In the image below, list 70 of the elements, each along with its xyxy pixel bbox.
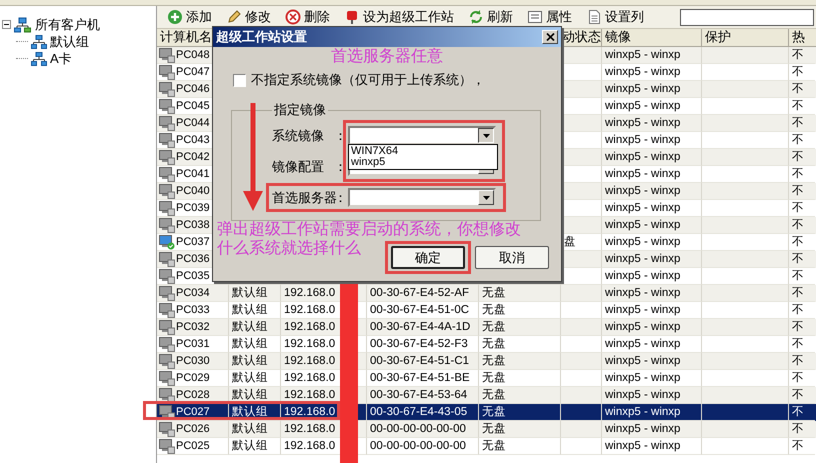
table-cell-text: PC044 (176, 116, 210, 130)
table-cell: winxp5 - winxp (602, 438, 702, 455)
table-cell-text: PC035 (176, 268, 210, 284)
table-cell: winxp5 - winxp (602, 183, 702, 200)
table-cell: 默认组 (229, 353, 281, 370)
annotation-text: 首选服务器任意 (331, 48, 443, 65)
table-cell: winxp5 - winxp (602, 285, 702, 302)
table-cell: 不 (789, 149, 815, 166)
table-cell-text: PC036 (176, 252, 210, 266)
table-cell-text: PC047 (176, 64, 210, 80)
table-cell: 无盘 (479, 319, 561, 336)
group-title: 指定镜像 (273, 101, 327, 119)
table-cell: winxp5 - winxp (602, 251, 702, 268)
table-cell-text: PC033 (176, 302, 210, 318)
table-cell-text: PC031 (176, 336, 210, 352)
table-cell-text: PC030 (176, 354, 210, 368)
table-cell: winxp5 - winxp (602, 421, 702, 438)
table-cell: 不 (789, 319, 815, 336)
table-cell: 不 (789, 251, 815, 268)
table-cell-text: PC025 (176, 438, 210, 454)
field-label: ： (334, 126, 348, 144)
table-cell-text: PC037 (176, 234, 210, 250)
table-cell: winxp5 - winxp (602, 319, 702, 336)
table-cell: 无盘 (479, 438, 561, 455)
table-cell-text: PC026 (176, 422, 210, 436)
table-cell: 不 (789, 81, 815, 98)
table-cell: 00-00-00-00-00-00 (367, 438, 479, 455)
table-cell: 默认组 (229, 438, 281, 455)
table-cell-text: PC039 (176, 200, 210, 216)
table-cell-text: PC027 (176, 404, 210, 420)
table-cell-text: PC043 (176, 132, 210, 148)
table-cell: 不 (789, 183, 815, 200)
table-cell-text: PC040 (176, 184, 210, 198)
table-cell: 不 (789, 421, 815, 438)
table-cell: 00-30-67-E4-51-C1 (367, 353, 479, 370)
table-cell: winxp5 - winxp (602, 47, 702, 64)
table-cell-text: PC038 (176, 218, 210, 232)
table-cell: 默认组 (229, 421, 281, 438)
field-label: 镜像配置 (272, 158, 325, 176)
table-cell-text: PC046 (176, 82, 210, 96)
table-cell-text: PC028 (176, 388, 210, 402)
annotation-text: 什么系统就选择什么 (217, 240, 361, 258)
table-cell-text: PC042 (176, 150, 210, 164)
table-cell: 00-30-67-E4-4A-1D (367, 319, 479, 336)
table-cell: 不 (789, 47, 815, 64)
table-cell: winxp5 - winxp (602, 353, 702, 370)
table-cell: 不 (789, 217, 815, 234)
table-cell: 不 (789, 115, 815, 132)
table-cell: 无盘 (479, 353, 561, 370)
table-cell: winxp5 - winxp (602, 115, 702, 132)
table-cell-text: PC045 (176, 98, 210, 114)
table-cell-text: PC029 (176, 370, 210, 386)
table-cell-text: PC032 (176, 320, 210, 334)
table-cell: 00-00-00-00-00-00 (367, 421, 479, 438)
table-cell: 无盘 (479, 421, 561, 438)
table-cell: 无盘 (479, 285, 561, 302)
table-cell: 不 (789, 285, 815, 302)
table-cell: 00-30-67-E4-52-AF (367, 285, 479, 302)
table-cell: winxp5 - winxp (602, 217, 702, 234)
table-cell: winxp5 - winxp (602, 81, 702, 98)
table-cell: 不 (789, 353, 815, 370)
table-cell-text: PC041 (176, 166, 210, 182)
field-label: 系统镜像 (272, 126, 325, 144)
table-cell: 不 (789, 438, 815, 455)
table-cell: winxp5 - winxp (602, 149, 702, 166)
field-label: ： (334, 158, 348, 176)
table-cell-text: PC034 (176, 286, 210, 300)
table-cell: 默认组 (229, 285, 281, 302)
table-cell: 默认组 (229, 319, 281, 336)
table-cell-text: PC048 (176, 48, 210, 62)
